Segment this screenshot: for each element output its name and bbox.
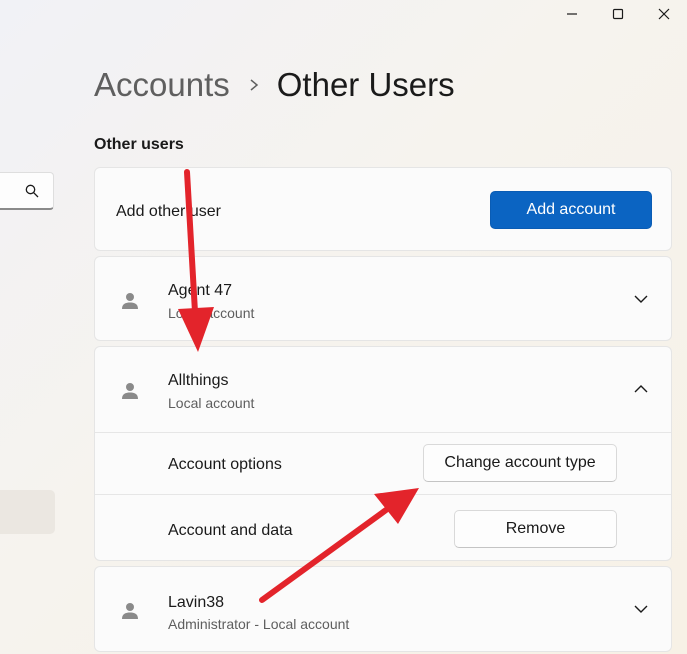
user-account-type: Administrator - Local account [168, 616, 350, 632]
user-row[interactable]: Lavin38 Administrator - Local account [95, 567, 671, 651]
add-account-button[interactable]: Add account [490, 191, 652, 229]
maximize-icon [612, 8, 624, 20]
window-controls [549, 0, 687, 28]
close-icon [658, 8, 670, 20]
divider [95, 494, 671, 495]
user-account-type: Local account [168, 395, 255, 411]
navigation-pane [0, 0, 60, 654]
divider [95, 432, 671, 433]
minimize-button[interactable] [549, 0, 595, 28]
user-card-lavin38[interactable]: Lavin38 Administrator - Local account [94, 566, 672, 652]
user-card-allthings: Allthings Local account Account options … [94, 346, 672, 561]
chevron-right-icon [248, 78, 260, 92]
section-title: Other users [94, 136, 184, 153]
minimize-icon [567, 13, 577, 15]
user-name: Agent 47 [168, 282, 233, 299]
user-avatar-icon [122, 293, 138, 309]
user-name: Allthings [168, 372, 229, 389]
user-row[interactable]: Allthings Local account [95, 347, 671, 431]
user-avatar-icon [122, 603, 138, 619]
user-account-type: Local account [168, 305, 255, 321]
user-avatar-icon [122, 383, 138, 399]
page-title: Other Users [276, 66, 455, 103]
user-name: Lavin38 [168, 594, 225, 611]
add-user-label: Add other user [116, 203, 221, 220]
search-icon[interactable] [25, 184, 39, 198]
settings-search-box[interactable] [0, 172, 54, 210]
maximize-button[interactable] [595, 0, 641, 28]
remove-button[interactable]: Remove [454, 510, 617, 548]
chevron-down-icon[interactable] [633, 601, 649, 617]
account-options-label: Account options [168, 456, 282, 473]
breadcrumb-parent-accounts[interactable]: Accounts [94, 66, 230, 104]
change-account-type-button[interactable]: Change account type [423, 444, 617, 482]
user-card-agent-47[interactable]: Agent 47 Local account [94, 256, 672, 341]
breadcrumb: Accounts Other Users [94, 66, 455, 104]
close-button[interactable] [641, 0, 687, 28]
chevron-up-icon[interactable] [633, 381, 649, 397]
nav-item-accounts-selected[interactable] [0, 490, 55, 534]
chevron-down-icon[interactable] [633, 291, 649, 307]
account-and-data-label: Account and data [168, 522, 293, 539]
user-row[interactable]: Agent 47 Local account [95, 257, 671, 341]
add-user-card: Add other user Add account [94, 167, 672, 251]
